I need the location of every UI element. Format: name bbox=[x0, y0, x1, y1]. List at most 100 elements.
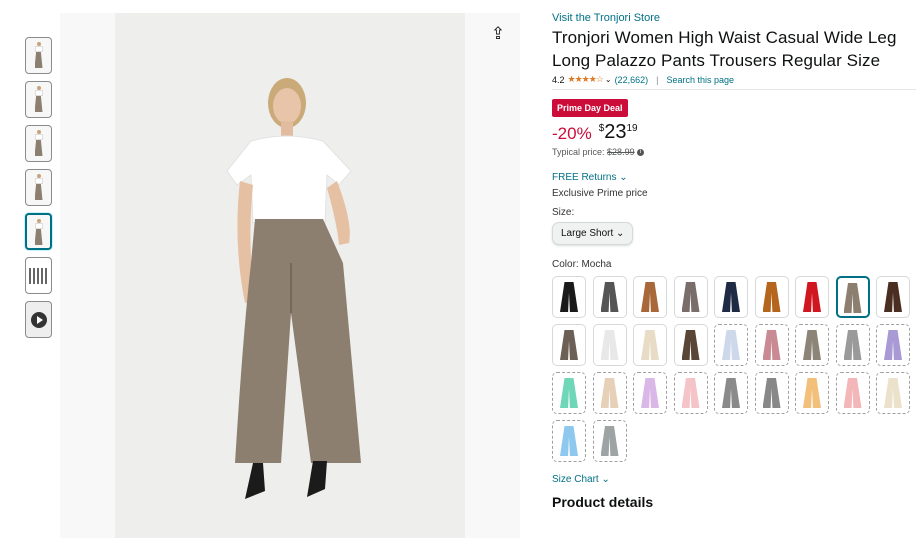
swatch-pants-image bbox=[560, 378, 578, 408]
size-chart-icon bbox=[29, 268, 49, 284]
model-illustration bbox=[115, 13, 465, 538]
color-swatch[interactable] bbox=[673, 324, 708, 366]
store-link[interactable]: Visit the Tronjori Store bbox=[552, 12, 916, 24]
typical-price-label: Typical price: bbox=[552, 147, 605, 157]
color-swatch[interactable] bbox=[552, 276, 586, 318]
size-chart-thumbnail[interactable] bbox=[25, 257, 52, 294]
color-swatch[interactable] bbox=[795, 324, 829, 366]
swatch-pants-image bbox=[681, 282, 700, 312]
share-icon[interactable]: ⇪ bbox=[486, 22, 510, 46]
thumbnail-figure bbox=[34, 174, 43, 202]
chevron-down-icon: ⌄ bbox=[616, 228, 625, 239]
info-icon[interactable]: i bbox=[637, 149, 645, 157]
color-swatch[interactable] bbox=[714, 372, 748, 414]
swatch-pants-image bbox=[600, 330, 619, 360]
swatch-pants-image bbox=[722, 378, 740, 408]
swatch-pants-image bbox=[884, 330, 902, 360]
swatch-pants-image bbox=[560, 282, 578, 312]
color-swatch[interactable] bbox=[876, 276, 910, 318]
thumbnail-figure bbox=[34, 219, 43, 247]
image-thumbnail[interactable] bbox=[25, 125, 52, 162]
swatch-pants-image bbox=[681, 330, 700, 360]
swatch-pants-image bbox=[600, 378, 619, 408]
color-swatch[interactable] bbox=[835, 372, 870, 414]
swatch-pants-image bbox=[560, 426, 578, 456]
thumbnail-figure bbox=[34, 86, 43, 114]
swatch-pants-image bbox=[803, 378, 821, 408]
size-selected: Large Short bbox=[561, 228, 614, 239]
free-returns-label: FREE Returns bbox=[552, 172, 617, 183]
color-swatch[interactable] bbox=[876, 324, 910, 366]
swatch-pants-image bbox=[762, 330, 781, 360]
model-photo[interactable] bbox=[115, 13, 465, 538]
price-currency: $ bbox=[598, 123, 605, 134]
color-swatch[interactable] bbox=[876, 372, 910, 414]
swatch-pants-image bbox=[843, 330, 862, 360]
star-rating-icon[interactable]: ★★★★☆ bbox=[568, 74, 604, 85]
size-chart-link[interactable]: Size Chart ⌄ bbox=[552, 474, 916, 485]
swatch-pants-image bbox=[762, 378, 781, 408]
size-dropdown[interactable]: Large Short ⌄ bbox=[552, 222, 634, 245]
video-thumbnail[interactable] bbox=[25, 301, 52, 338]
color-swatch[interactable] bbox=[592, 324, 627, 366]
price-row: -20% $2319 bbox=[552, 121, 916, 144]
chevron-down-icon: ⌄ bbox=[601, 474, 610, 485]
color-swatch[interactable] bbox=[633, 324, 667, 366]
ratings-count-link[interactable]: (22,662) bbox=[615, 75, 649, 85]
image-thumbnail[interactable] bbox=[25, 81, 52, 118]
size-label: Size: bbox=[552, 207, 575, 218]
color-swatch[interactable] bbox=[714, 324, 748, 366]
color-swatch[interactable] bbox=[754, 372, 789, 414]
swatch-pants-image bbox=[641, 378, 659, 408]
main-product-image[interactable] bbox=[60, 13, 520, 538]
swatch-pants-image bbox=[803, 330, 821, 360]
color-swatch[interactable] bbox=[673, 372, 708, 414]
color-swatch[interactable] bbox=[835, 324, 870, 366]
swatch-pants-image bbox=[600, 282, 619, 312]
color-swatch[interactable] bbox=[714, 276, 748, 318]
play-icon bbox=[30, 311, 47, 328]
image-thumbnail[interactable] bbox=[25, 169, 52, 206]
color-swatch[interactable] bbox=[673, 276, 708, 318]
image-thumbnail[interactable] bbox=[25, 37, 52, 74]
price: $2319 bbox=[599, 121, 638, 144]
color-swatch[interactable] bbox=[592, 372, 627, 414]
color-swatch[interactable] bbox=[633, 372, 667, 414]
price-whole: 23 bbox=[604, 121, 627, 143]
deal-badge: Prime Day Deal bbox=[552, 99, 628, 117]
color-swatches bbox=[552, 276, 916, 462]
typical-price: Typical price: $28.99 i bbox=[552, 147, 916, 157]
color-swatch[interactable] bbox=[633, 276, 667, 318]
divider: | bbox=[656, 74, 659, 85]
discount-percent: -20% bbox=[552, 124, 592, 143]
size-chart-label: Size Chart bbox=[552, 474, 599, 485]
chevron-down-icon: ⌄ bbox=[619, 172, 628, 183]
swatch-pants-image bbox=[843, 283, 862, 313]
color-swatch[interactable] bbox=[795, 276, 829, 318]
color-swatch[interactable] bbox=[754, 324, 789, 366]
thumbnail-figure bbox=[34, 42, 43, 70]
color-swatch[interactable] bbox=[795, 372, 829, 414]
chevron-down-icon[interactable]: ⌄ bbox=[605, 75, 612, 84]
color-swatch[interactable] bbox=[552, 324, 586, 366]
swatch-pants-image bbox=[560, 330, 578, 360]
color-label-text: Color: bbox=[552, 259, 582, 270]
product-info: Visit the Tronjori Store Tronjori Women … bbox=[552, 12, 916, 510]
free-returns-link[interactable]: FREE Returns ⌄ bbox=[552, 172, 916, 183]
thumbnail-strip bbox=[25, 37, 55, 345]
image-thumbnail[interactable] bbox=[25, 213, 52, 250]
color-swatch[interactable] bbox=[835, 276, 870, 318]
search-page-link[interactable]: Search this page bbox=[666, 75, 734, 85]
swatch-pants-image bbox=[803, 282, 821, 312]
color-swatch[interactable] bbox=[592, 420, 627, 462]
product-title: Tronjori Women High Waist Casual Wide Le… bbox=[552, 28, 897, 70]
color-label: Color: Mocha bbox=[552, 259, 916, 270]
color-selected: Mocha bbox=[581, 259, 612, 270]
color-swatch[interactable] bbox=[592, 276, 627, 318]
color-swatch[interactable] bbox=[754, 276, 789, 318]
swatch-pants-image bbox=[722, 282, 740, 312]
color-swatch[interactable] bbox=[552, 420, 586, 462]
swatch-pants-image bbox=[722, 330, 740, 360]
color-swatch[interactable] bbox=[552, 372, 586, 414]
swatch-pants-image bbox=[600, 426, 619, 456]
